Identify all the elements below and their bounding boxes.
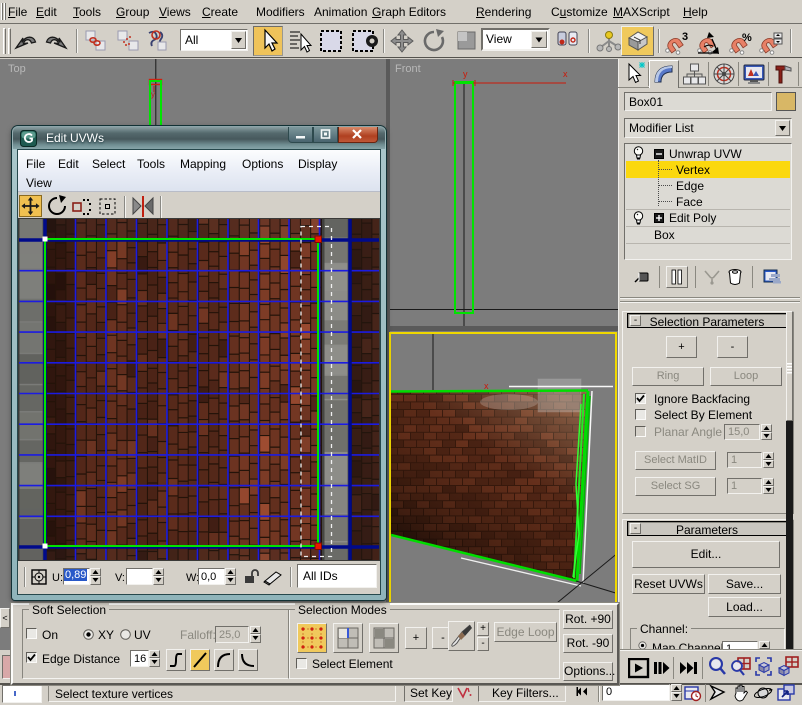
svg-text:x: x: [563, 69, 568, 79]
svg-text:y: y: [463, 69, 468, 79]
svg-text:x: x: [484, 381, 489, 391]
svg-text:3: 3: [682, 31, 688, 43]
svg-text:y: y: [151, 90, 155, 99]
svg-text:%: %: [742, 32, 752, 44]
